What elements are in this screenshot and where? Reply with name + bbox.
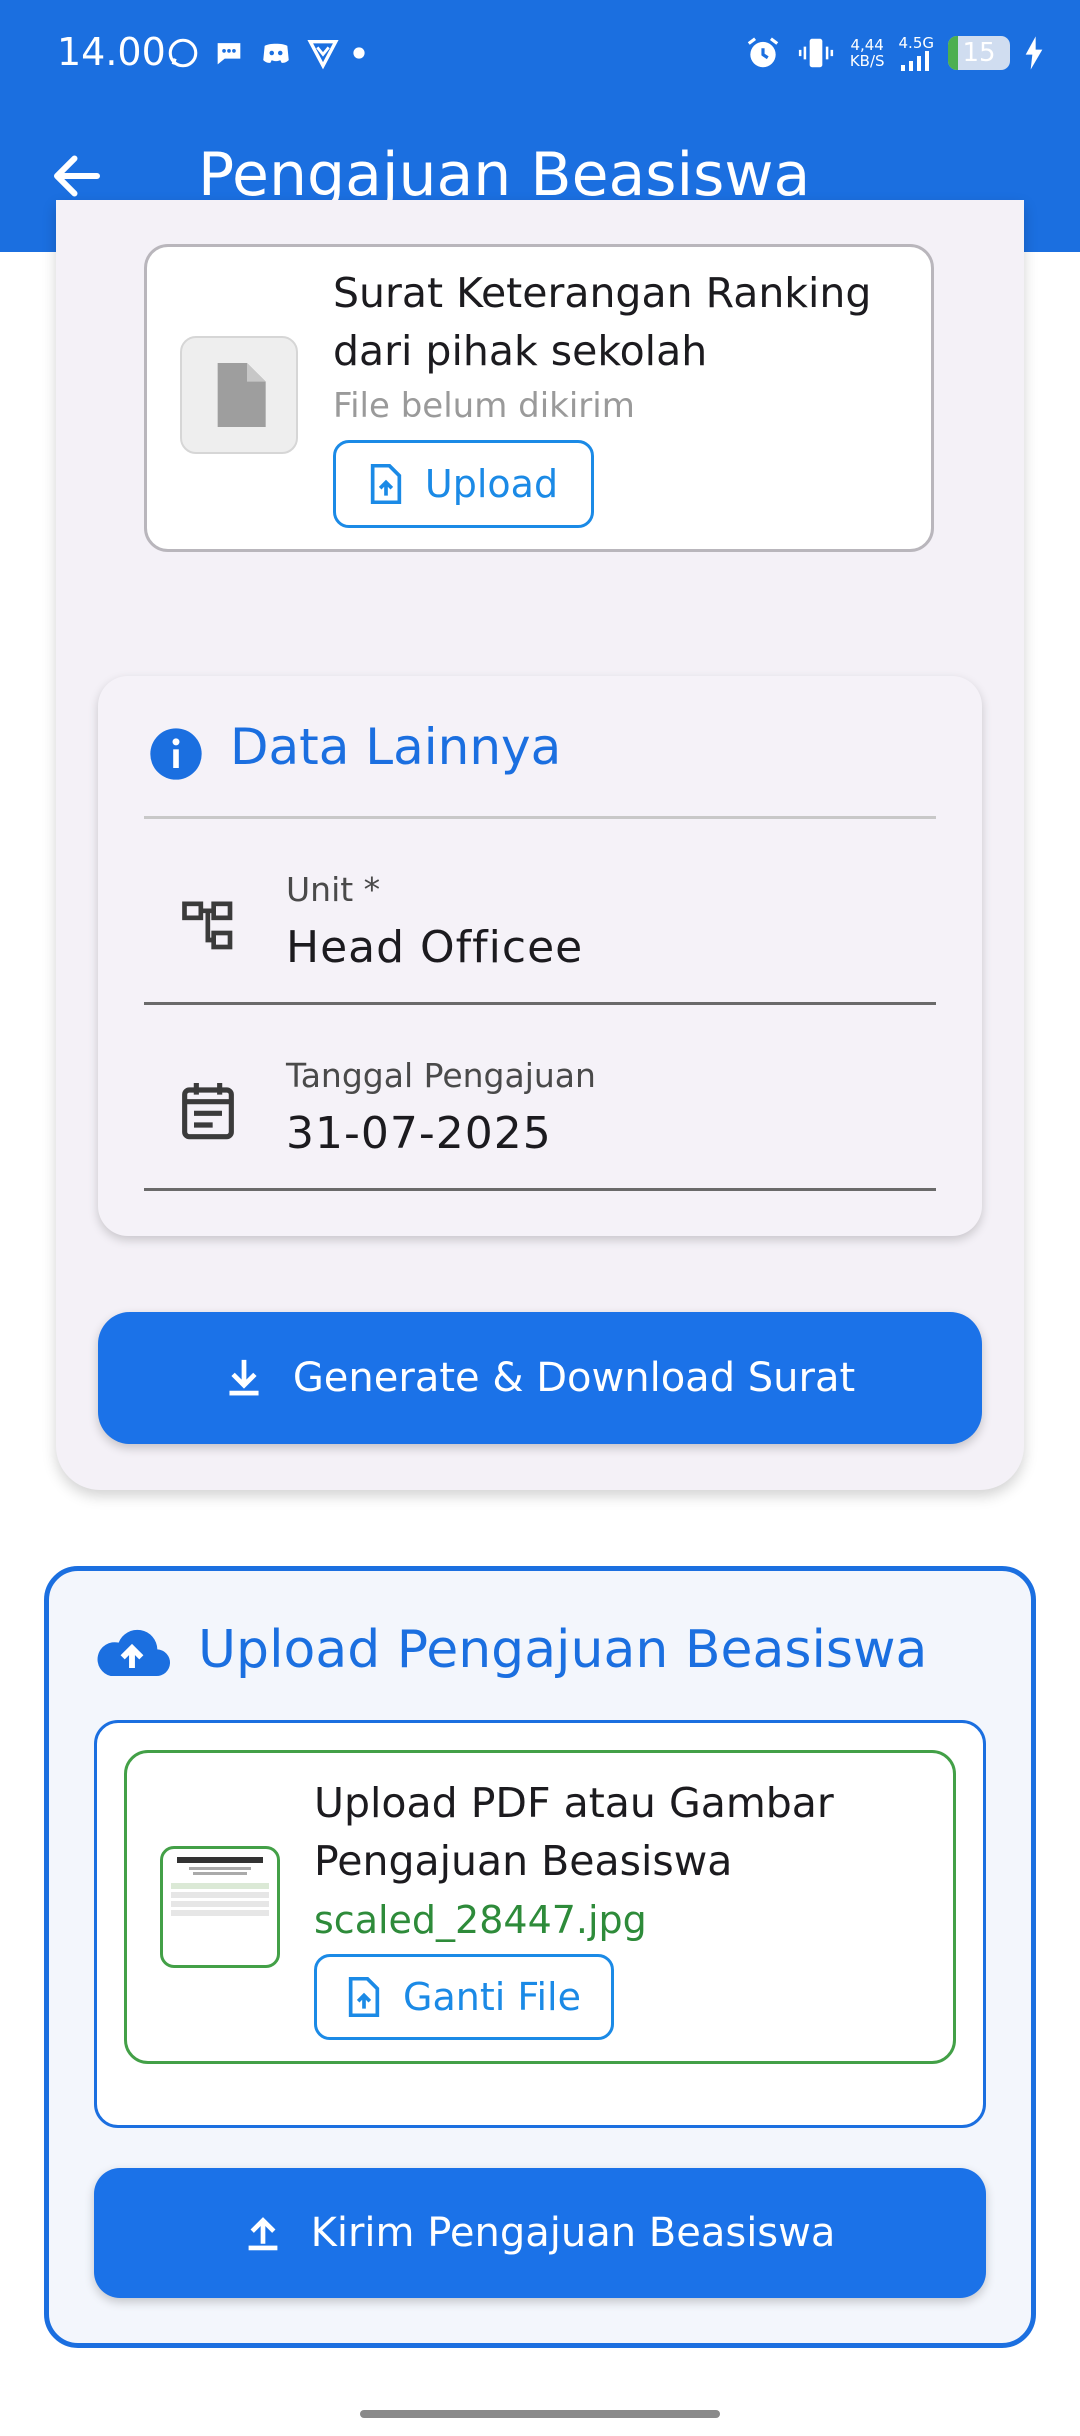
date-underline	[144, 1188, 936, 1191]
download-icon	[229, 1359, 259, 1396]
home-indicator[interactable]	[360, 2410, 720, 2418]
calendar-icon	[182, 1083, 234, 1140]
signal: 4.5G	[899, 35, 934, 71]
upload-file-icon	[348, 1977, 380, 2017]
hierarchy-icon	[182, 901, 233, 950]
file-thumbnail	[180, 336, 298, 454]
arrow-back-icon	[54, 155, 100, 197]
uploaded-file-thumbnail[interactable]	[160, 1846, 280, 1968]
generate-download-button[interactable]: Generate & Download Surat	[98, 1312, 982, 1444]
dot-icon	[353, 47, 365, 59]
status-system-icons: 4,44 KB/S 4.5G 15	[744, 34, 1044, 72]
upload-icon	[248, 2217, 278, 2251]
unit-value: Head Officee	[286, 922, 584, 973]
info-icon	[150, 728, 202, 780]
discord-icon	[263, 43, 289, 63]
ranking-file-status: File belum dikirim	[333, 386, 635, 426]
upload-section-title: Upload Pengajuan Beasiswa	[198, 1620, 928, 1680]
whatsapp-icon	[168, 38, 198, 68]
unit-label: Unit *	[286, 870, 381, 909]
date-label: Tanggal Pengajuan	[286, 1056, 596, 1095]
unit-underline	[144, 1002, 936, 1005]
status-notification-icons	[166, 36, 366, 70]
change-file-button[interactable]: Ganti File	[314, 1954, 614, 2040]
chat-icon	[217, 43, 241, 65]
document-icon	[217, 363, 266, 427]
upload-ranking-button[interactable]: Upload	[333, 440, 594, 528]
cloud-upload-icon	[97, 1629, 171, 1677]
uploaded-filename: scaled_28447.jpg	[314, 1898, 647, 1942]
charging-icon	[1025, 36, 1043, 70]
section-divider	[144, 816, 936, 819]
alarm-icon	[747, 37, 779, 68]
upload-file-icon	[370, 464, 402, 504]
submit-application-button[interactable]: Kirim Pengajuan Beasiswa	[94, 2168, 986, 2298]
signal-icon	[901, 50, 930, 71]
vibrate-icon	[798, 38, 833, 68]
status-time: 14.00	[57, 30, 166, 74]
date-value: 31-07-2025	[286, 1108, 552, 1159]
ranking-file-title: Surat Keterangan Ranking dari pihak seko…	[333, 269, 872, 375]
upload-file-title: Upload PDF atau Gambar Pengajuan Beasisw…	[314, 1779, 834, 1885]
battery-indicator: 15	[948, 36, 1010, 70]
back-button[interactable]	[44, 146, 110, 206]
other-data-title: Data Lainnya	[230, 718, 562, 776]
vpn-shield-icon	[307, 39, 339, 70]
net-speed: 4,44 KB/S	[849, 36, 885, 70]
